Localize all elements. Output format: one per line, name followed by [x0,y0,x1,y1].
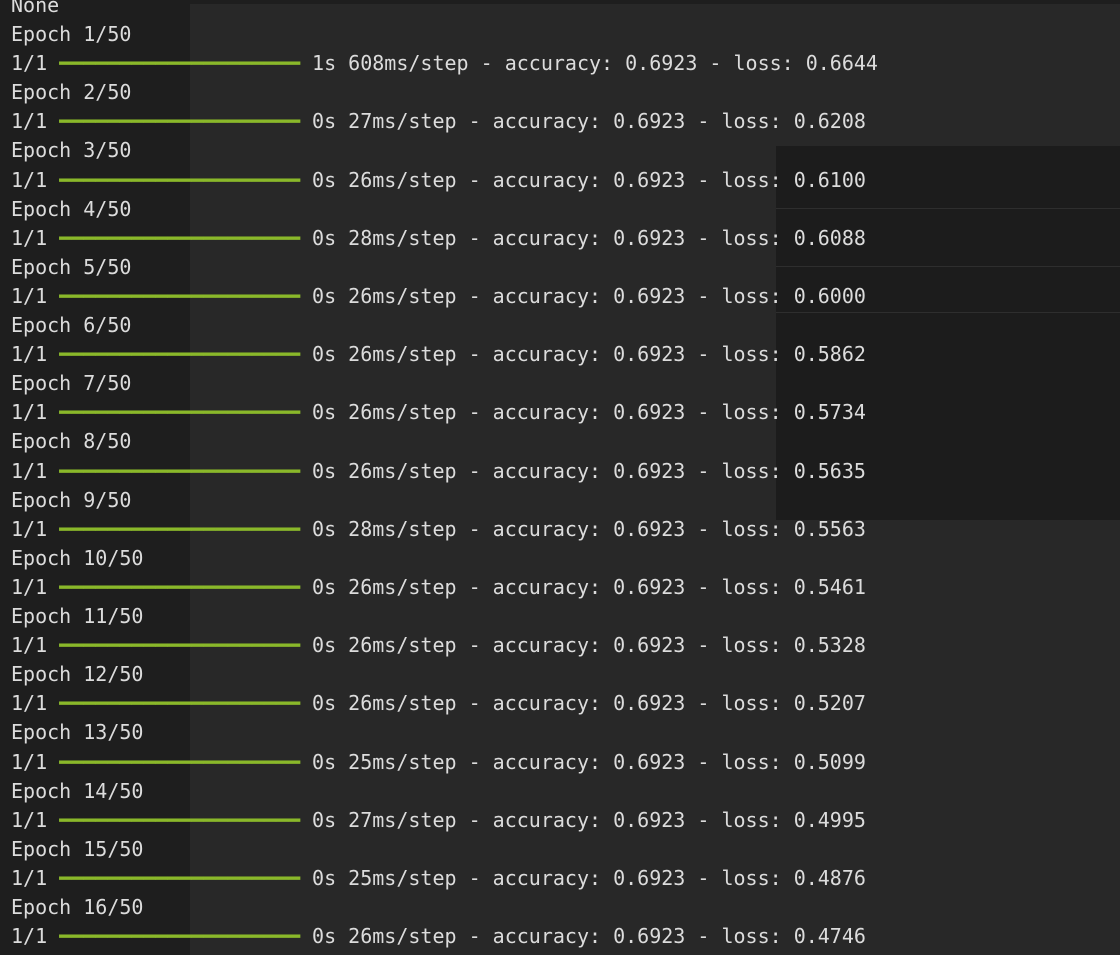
epoch-header: Epoch 6/50 [11,313,132,337]
step-stats: 0s 28ms/step - accuracy: 0.6923 - loss: … [312,516,866,541]
step-progress-line: 1/1 ━━━━━━━━━━━━━━━━━━━━ 0s 26ms/step - … [11,573,866,602]
step-count: 1/1 [11,400,48,425]
step-progress-line: 1/1 ━━━━━━━━━━━━━━━━━━━━ 0s 28ms/step - … [11,515,866,544]
progress-bar: ━━━━━━━━━━━━━━━━━━━━ [59,225,300,250]
progress-bar: ━━━━━━━━━━━━━━━━━━━━ [59,400,300,425]
screenshot: None Epoch 1/50 1/1 ━━━━━━━━━━━━━━━━━━━━ … [0,0,1120,955]
step-count: 1/1 [11,51,48,76]
step-stats: 0s 26ms/step - accuracy: 0.6923 - loss: … [312,924,866,949]
progress-bar: ━━━━━━━━━━━━━━━━━━━━ [59,167,300,192]
progress-bar: ━━━━━━━━━━━━━━━━━━━━ [59,342,300,367]
step-stats: 0s 27ms/step - accuracy: 0.6923 - loss: … [312,807,866,832]
progress-bar: ━━━━━━━━━━━━━━━━━━━━ [59,924,300,949]
step-count: 1/1 [11,865,48,890]
step-progress-line: 1/1 ━━━━━━━━━━━━━━━━━━━━ 0s 27ms/step - … [11,107,866,136]
epoch-header: Epoch 15/50 [11,836,144,861]
step-count: 1/1 [11,225,48,250]
step-progress-line: 1/1 ━━━━━━━━━━━━━━━━━━━━ 0s 26ms/step - … [11,631,866,660]
progress-bar: ━━━━━━━━━━━━━━━━━━━━ [59,51,300,76]
step-progress-line: 1/1 ━━━━━━━━━━━━━━━━━━━━ 0s 28ms/step - … [11,224,866,253]
epoch-header: Epoch 11/50 [11,604,144,628]
epoch-header: Epoch 13/50 [11,720,144,745]
step-count: 1/1 [11,109,48,134]
epoch-header: Epoch 1/50 [11,22,132,46]
step-progress-line: 1/1 ━━━━━━━━━━━━━━━━━━━━ 0s 25ms/step - … [11,748,866,777]
step-count: 1/1 [11,458,48,483]
step-progress-line: 1/1 ━━━━━━━━━━━━━━━━━━━━ 0s 26ms/step - … [11,457,866,486]
progress-bar: ━━━━━━━━━━━━━━━━━━━━ [59,283,300,308]
progress-bar: ━━━━━━━━━━━━━━━━━━━━ [59,749,300,774]
step-stats: 0s 27ms/step - accuracy: 0.6923 - loss: … [312,109,866,134]
epoch-header: Epoch 4/50 [11,196,132,221]
progress-bar: ━━━━━━━━━━━━━━━━━━━━ [59,458,300,483]
terminal-output: None Epoch 1/50 1/1 ━━━━━━━━━━━━━━━━━━━━ … [0,0,1120,955]
progress-bar: ━━━━━━━━━━━━━━━━━━━━ [59,807,300,832]
epoch-header: Epoch 2/50 [11,80,132,105]
step-progress-line: 1/1 ━━━━━━━━━━━━━━━━━━━━ 0s 27ms/step - … [11,806,866,835]
step-progress-line: 1/1 ━━━━━━━━━━━━━━━━━━━━ 0s 26ms/step - … [11,166,866,195]
epoch-header: Epoch 5/50 [11,254,132,279]
step-progress-line: 1/1 ━━━━━━━━━━━━━━━━━━━━ 0s 26ms/step - … [11,689,866,718]
step-count: 1/1 [11,167,48,192]
step-stats: 0s 26ms/step - accuracy: 0.6923 - loss: … [312,283,866,308]
progress-bar: ━━━━━━━━━━━━━━━━━━━━ [59,865,300,890]
step-progress-line: 1/1 ━━━━━━━━━━━━━━━━━━━━ 0s 26ms/step - … [11,398,866,427]
progress-bar: ━━━━━━━━━━━━━━━━━━━━ [59,516,300,541]
step-progress-line: 1/1 ━━━━━━━━━━━━━━━━━━━━ 1s 608ms/step -… [11,49,878,78]
epoch-header: Epoch 8/50 [11,429,132,454]
step-stats: 0s 26ms/step - accuracy: 0.6923 - loss: … [312,342,866,367]
epoch-header: Epoch 3/50 [11,138,132,163]
progress-bar: ━━━━━━━━━━━━━━━━━━━━ [59,691,300,716]
progress-bar: ━━━━━━━━━━━━━━━━━━━━ [59,109,300,134]
progress-bar: ━━━━━━━━━━━━━━━━━━━━ [59,633,300,658]
step-progress-line: 1/1 ━━━━━━━━━━━━━━━━━━━━ 0s 26ms/step - … [11,922,866,951]
step-stats: 1s 608ms/step - accuracy: 0.6923 - loss:… [312,51,878,76]
epoch-header: Epoch 14/50 [11,778,144,803]
step-count: 1/1 [11,516,48,541]
step-count: 1/1 [11,283,48,308]
step-count: 1/1 [11,691,48,716]
step-progress-line: 1/1 ━━━━━━━━━━━━━━━━━━━━ 0s 25ms/step - … [11,864,866,893]
step-stats: 0s 26ms/step - accuracy: 0.6923 - loss: … [312,574,866,599]
step-stats: 0s 26ms/step - accuracy: 0.6923 - loss: … [312,633,866,658]
step-count: 1/1 [11,807,48,832]
epoch-header: Epoch 10/50 [11,545,144,570]
step-stats: 0s 26ms/step - accuracy: 0.6923 - loss: … [312,400,866,425]
step-count: 1/1 [11,749,48,774]
step-count: 1/1 [11,574,48,599]
step-stats: 0s 25ms/step - accuracy: 0.6923 - loss: … [312,749,866,774]
output-line-none: None [11,0,60,17]
step-count: 1/1 [11,633,48,658]
step-stats: 0s 25ms/step - accuracy: 0.6923 - loss: … [312,865,866,890]
epoch-header: Epoch 9/50 [11,487,132,512]
step-count: 1/1 [11,924,48,949]
step-progress-line: 1/1 ━━━━━━━━━━━━━━━━━━━━ 0s 26ms/step - … [11,340,866,369]
step-stats: 0s 28ms/step - accuracy: 0.6923 - loss: … [312,225,866,250]
progress-bar: ━━━━━━━━━━━━━━━━━━━━ [59,574,300,599]
epoch-header: Epoch 7/50 [11,371,132,396]
step-count: 1/1 [11,342,48,367]
step-stats: 0s 26ms/step - accuracy: 0.6923 - loss: … [312,458,866,483]
step-stats: 0s 26ms/step - accuracy: 0.6923 - loss: … [312,167,866,192]
step-stats: 0s 26ms/step - accuracy: 0.6923 - loss: … [312,691,866,716]
epoch-header: Epoch 12/50 [11,662,144,687]
epoch-header: Epoch 16/50 [11,895,144,919]
step-progress-line: 1/1 ━━━━━━━━━━━━━━━━━━━━ 0s 26ms/step - … [11,282,866,311]
